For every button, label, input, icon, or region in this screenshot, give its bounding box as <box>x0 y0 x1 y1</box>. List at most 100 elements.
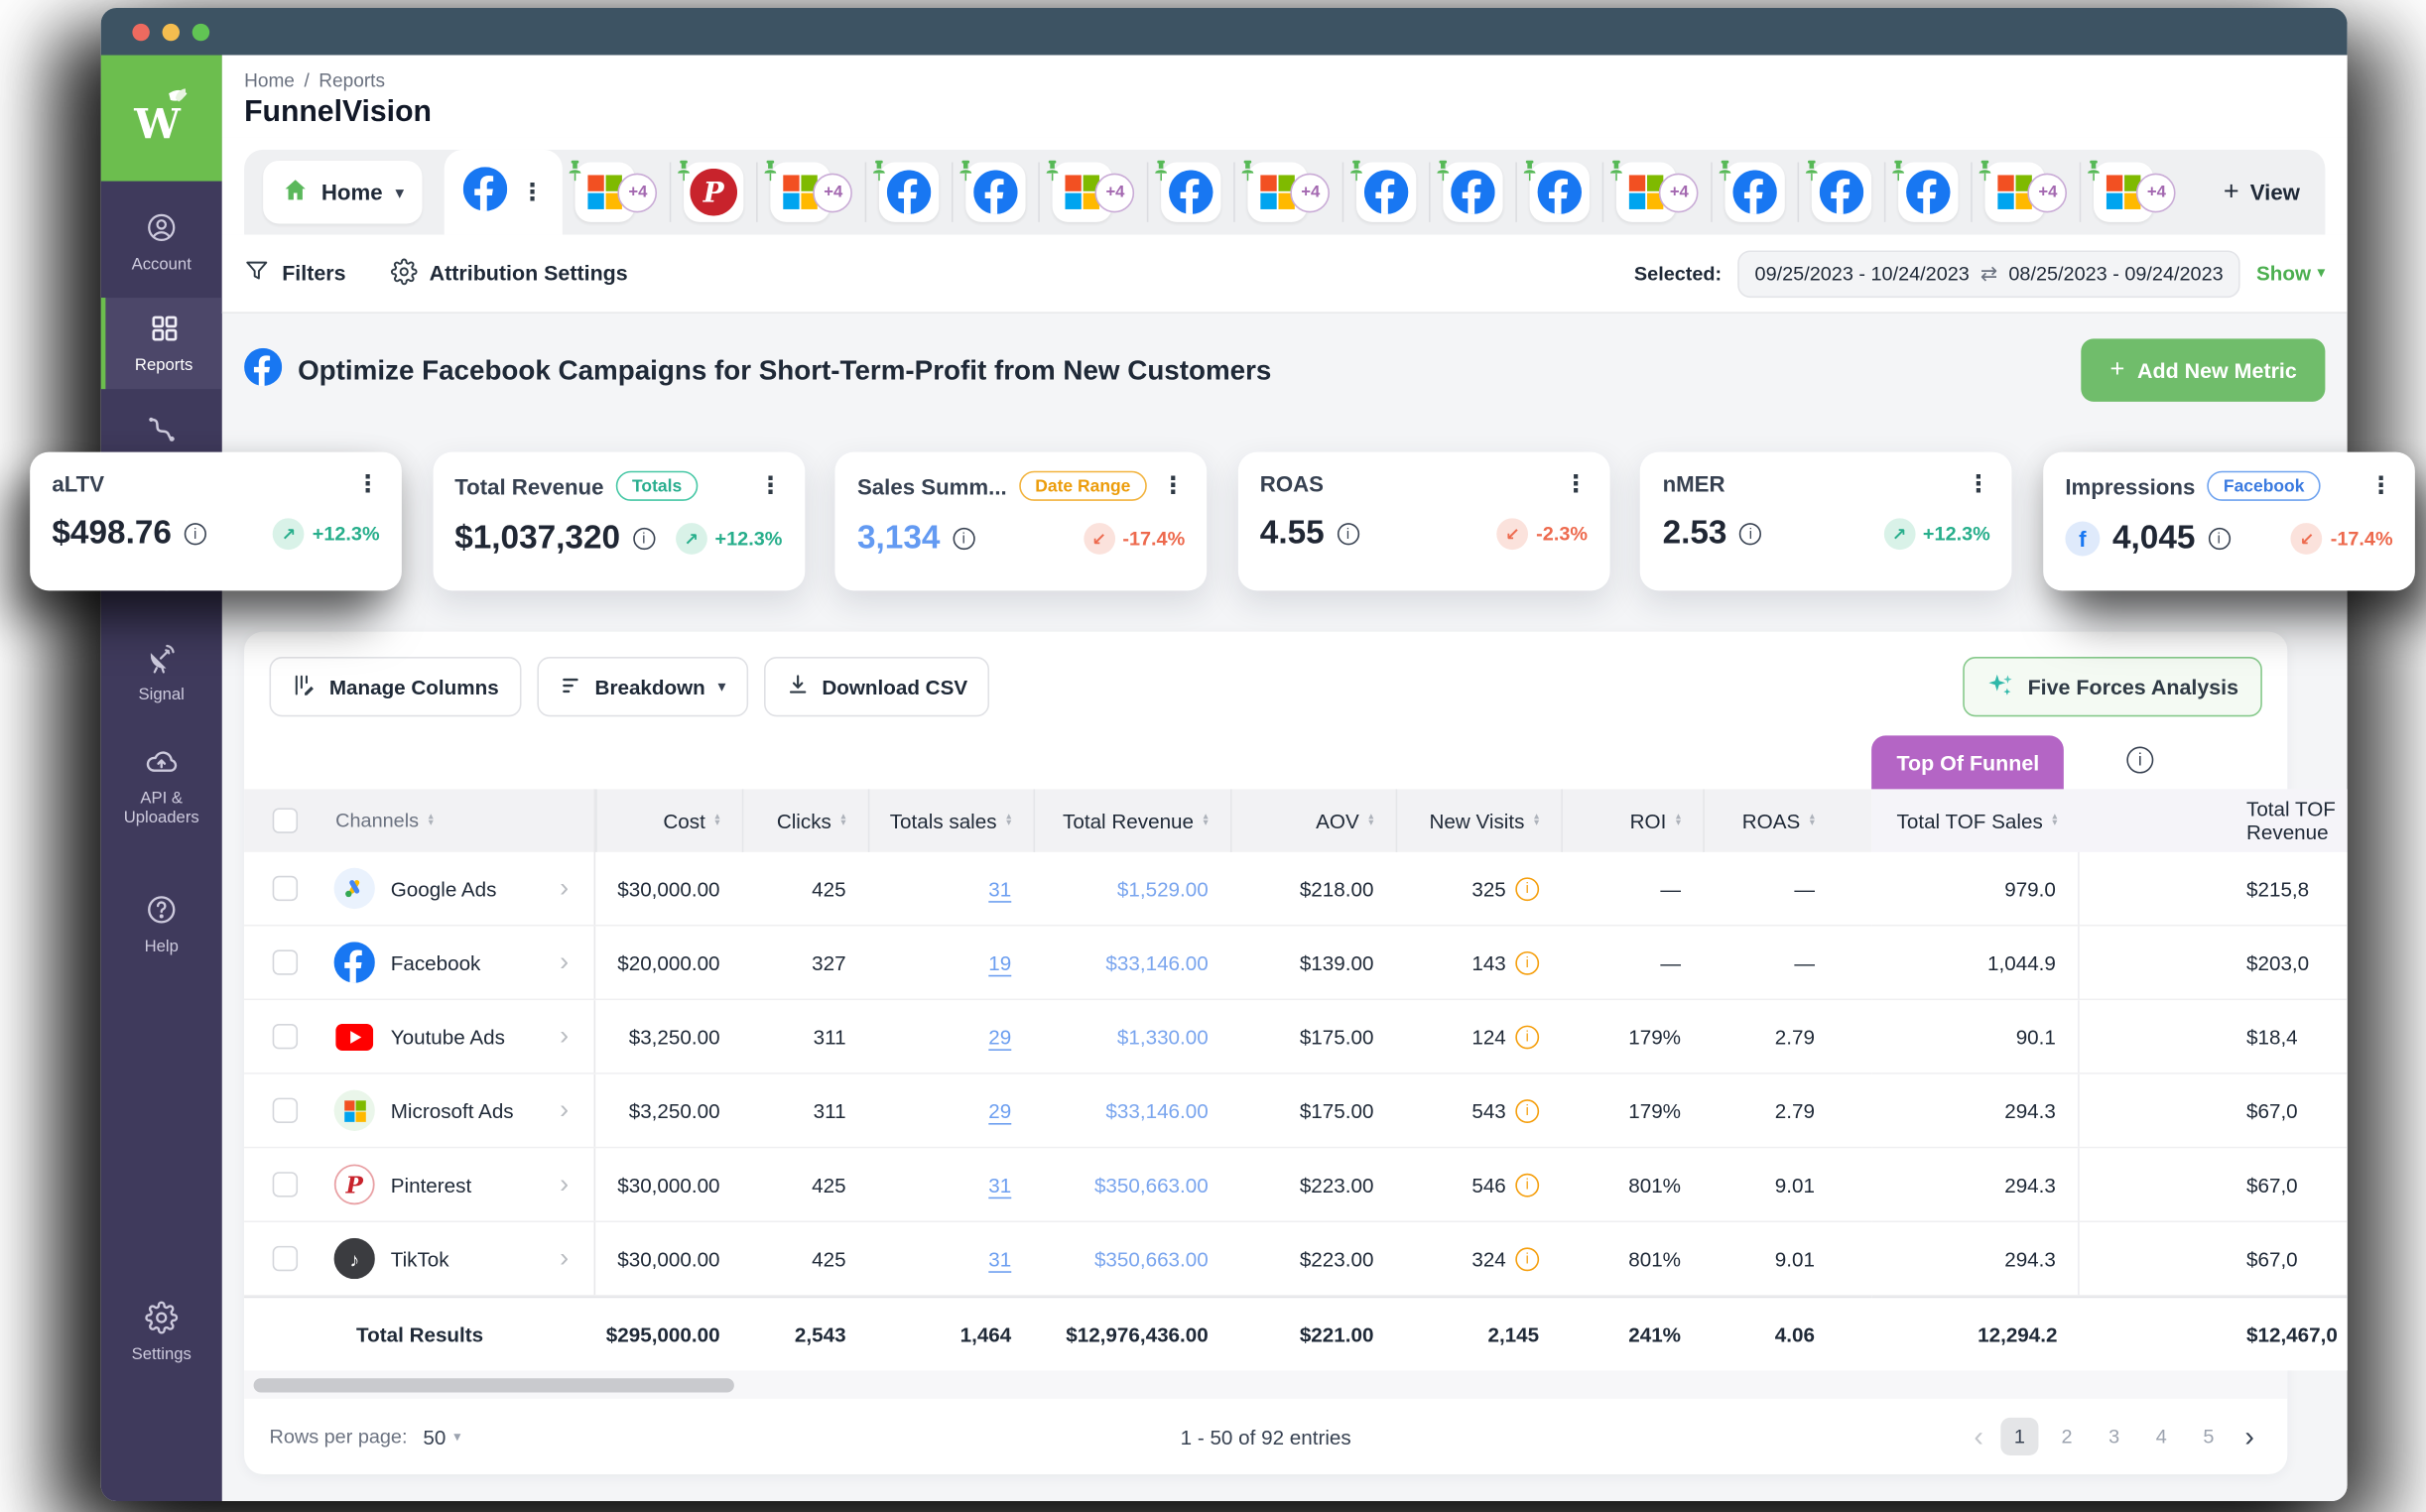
kebab-menu-icon[interactable]: ⋮ <box>1967 472 1990 496</box>
expand-row-chevron-icon[interactable]: › <box>560 946 569 978</box>
kebab-menu-icon[interactable]: ⋮ <box>2369 474 2393 498</box>
tab-home[interactable]: Home ▾ <box>263 161 423 224</box>
kebab-menu-icon[interactable]: ⋮ <box>759 474 783 498</box>
page-button-4[interactable]: 4 <box>2142 1418 2180 1455</box>
page-button-5[interactable]: 5 <box>2190 1418 2228 1455</box>
info-icon[interactable]: i <box>1337 523 1358 545</box>
show-toggle[interactable]: Show ▾ <box>2256 262 2325 286</box>
download-csv-button[interactable]: Download CSV <box>764 657 990 716</box>
cell-value[interactable]: 31 <box>988 1173 1011 1197</box>
channel-cell[interactable]: ♪TikTok› <box>298 1222 595 1295</box>
tab-platforms-group[interactable]: +4 <box>758 163 865 222</box>
tab-facebook-active[interactable]: ⋮ <box>445 150 563 235</box>
manage-columns-button[interactable]: Manage Columns <box>269 657 520 716</box>
tab-facebook[interactable] <box>1431 163 1516 222</box>
tab-facebook[interactable] <box>954 163 1039 222</box>
column-header-roas[interactable]: ROAS▴▾ <box>1703 789 1837 852</box>
row-checkbox[interactable] <box>273 1098 298 1123</box>
sidebar-item-api-uploaders[interactable]: API & Uploaders <box>101 730 222 840</box>
column-header-roi[interactable]: ROI▴▾ <box>1561 789 1703 852</box>
row-checkbox[interactable] <box>273 1024 298 1049</box>
tab-platforms-group[interactable]: +4 <box>1604 163 1712 222</box>
sidebar-item-signal[interactable]: Signal <box>101 626 222 717</box>
five-forces-analysis-button[interactable]: Five Forces Analysis <box>1963 657 2261 716</box>
page-button-3[interactable]: 3 <box>2096 1418 2133 1455</box>
maximize-window-button[interactable] <box>192 23 209 40</box>
tof-info-icon[interactable]: i <box>2126 747 2153 774</box>
tab-platforms-group[interactable]: +4 <box>563 163 670 222</box>
close-window-button[interactable] <box>132 23 149 40</box>
info-icon[interactable]: i <box>2208 528 2230 550</box>
kebab-menu-icon[interactable]: ⋮ <box>356 472 380 496</box>
sidebar-item-help[interactable]: Help <box>101 879 222 970</box>
tab-platforms-group[interactable]: +4 <box>1041 163 1148 222</box>
cell-value[interactable]: 19 <box>988 950 1011 974</box>
cell-value[interactable]: 29 <box>988 1025 1011 1049</box>
sidebar-item-account[interactable]: Account <box>101 196 222 288</box>
page-button-2[interactable]: 2 <box>2048 1418 2086 1455</box>
previous-page-button[interactable]: ‹ <box>1966 1420 1990 1452</box>
cell-value[interactable]: 31 <box>988 877 1011 901</box>
tab-facebook[interactable] <box>1800 163 1885 222</box>
sidebar-item-reports[interactable]: Reports <box>101 298 222 389</box>
scrollbar-thumb[interactable] <box>254 1377 734 1391</box>
tab-menu-kebab-icon[interactable]: ⋮ <box>521 181 545 204</box>
breadcrumb-reports[interactable]: Reports <box>319 69 385 91</box>
column-header-total-revenue[interactable]: Total Revenue▴▾ <box>1034 789 1230 852</box>
sort-icon[interactable]: ▴▾ <box>429 814 434 827</box>
info-icon[interactable]: i <box>185 523 206 545</box>
info-icon[interactable]: i <box>1739 523 1761 545</box>
info-icon[interactable]: i <box>953 528 974 550</box>
add-view-button[interactable]: + View <box>2224 177 2307 208</box>
sort-icon[interactable]: ▴▾ <box>1810 814 1815 827</box>
date-range-picker[interactable]: 09/25/2023 - 10/24/2023 ⇄ 08/25/2023 - 0… <box>1737 250 2240 298</box>
info-icon[interactable]: i <box>633 528 655 550</box>
sort-icon[interactable]: ▴▾ <box>1204 814 1209 827</box>
kebab-menu-icon[interactable]: ⋮ <box>1161 474 1185 498</box>
top-of-funnel-badge[interactable]: Top Of Funnel <box>1871 735 2064 789</box>
expand-row-chevron-icon[interactable]: › <box>560 1094 569 1126</box>
sort-icon[interactable]: ▴▾ <box>1006 814 1011 827</box>
kebab-menu-icon[interactable]: ⋮ <box>1564 472 1588 496</box>
column-header-total-tof-revenue[interactable]: Total TOF Revenue <box>2080 789 2348 852</box>
tab-platforms-group[interactable]: +4 <box>1235 163 1342 222</box>
tab-facebook[interactable] <box>1518 163 1603 222</box>
row-checkbox[interactable] <box>273 1172 298 1197</box>
channel-cell[interactable]: Facebook› <box>298 927 595 999</box>
tab-pinterest[interactable]: P <box>672 163 757 222</box>
filters-button[interactable]: Filters <box>244 258 345 288</box>
tab-facebook[interactable] <box>1886 163 1972 222</box>
minimize-window-button[interactable] <box>163 23 180 40</box>
info-icon[interactable]: i <box>1515 1247 1539 1271</box>
column-header-clicks[interactable]: Clicks▴▾ <box>742 789 868 852</box>
info-icon[interactable]: i <box>1515 1025 1539 1049</box>
sort-icon[interactable]: ▴▾ <box>714 814 719 827</box>
column-header-cost[interactable]: Cost▴▾ <box>595 789 742 852</box>
expand-row-chevron-icon[interactable]: › <box>560 1021 569 1053</box>
channel-cell[interactable]: PPinterest› <box>298 1148 595 1220</box>
add-new-metric-button[interactable]: + Add New Metric <box>2082 338 2325 402</box>
tab-facebook[interactable] <box>1149 163 1234 222</box>
sort-icon[interactable]: ▴▾ <box>840 814 845 827</box>
tab-facebook[interactable] <box>867 163 953 222</box>
column-header-channels[interactable]: Channels▴▾ <box>298 789 595 852</box>
page-button-1[interactable]: 1 <box>2000 1418 2038 1455</box>
info-icon[interactable]: i <box>1515 1173 1539 1197</box>
column-header-totals-sales[interactable]: Totals sales▴▾ <box>868 789 1034 852</box>
info-icon[interactable]: i <box>1515 1098 1539 1122</box>
expand-row-chevron-icon[interactable]: › <box>560 873 569 905</box>
cell-value[interactable]: 31 <box>988 1247 1011 1271</box>
column-header-total-tof-sales[interactable]: Total TOF Sales▴▾ <box>1871 789 2080 852</box>
row-checkbox[interactable] <box>273 949 298 974</box>
sort-icon[interactable]: ▴▾ <box>1368 814 1373 827</box>
row-checkbox[interactable] <box>273 1246 298 1271</box>
expand-row-chevron-icon[interactable]: › <box>560 1169 569 1200</box>
column-header-new-visits[interactable]: New Visits▴▾ <box>1396 789 1562 852</box>
expand-row-chevron-icon[interactable]: › <box>560 1243 569 1275</box>
tab-facebook[interactable] <box>1713 163 1798 222</box>
channel-cell[interactable]: Youtube Ads› <box>298 1000 595 1072</box>
row-checkbox[interactable] <box>273 876 298 901</box>
channel-cell[interactable]: Microsoft Ads› <box>298 1074 595 1147</box>
app-logo[interactable]: W <box>101 56 222 182</box>
sidebar-item-settings[interactable]: Settings <box>101 1287 222 1378</box>
